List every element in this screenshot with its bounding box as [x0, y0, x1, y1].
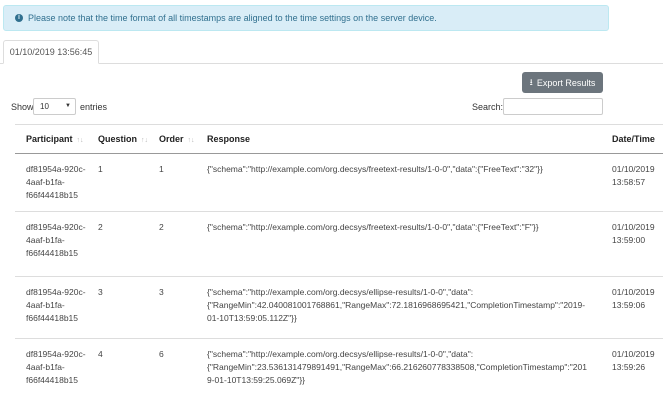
timestamp-notice-alert: i Please note that the time format of al… [3, 5, 609, 31]
entries-select[interactable]: 10 ▼ [33, 98, 76, 115]
question-cell: 2 [98, 222, 103, 232]
participant-cell: df81954a-920c-4aaf-b1fa-f66f44418b15 [26, 222, 86, 258]
participant-cell: df81954a-920c-4aaf-b1fa-f66f44418b15 [26, 349, 86, 385]
response-cell: {"schema":"http://example.com/org.decsys… [207, 349, 587, 385]
table-header-row: Participant ↑↓ Question ↑↓ Order ↑↓ Respons… [15, 124, 663, 154]
order-cell: 6 [159, 349, 164, 359]
sort-icon: ↑↓ [141, 137, 149, 144]
export-results-button[interactable]: ⭳ Export Results [522, 72, 603, 93]
participant-cell: df81954a-920c-4aaf-b1fa-f66f44418b15 [26, 164, 86, 200]
column-header-question[interactable]: Question ↑↓ [87, 124, 149, 154]
search-label: Search: [472, 102, 504, 112]
question-cell: 3 [98, 287, 103, 297]
response-cell: {"schema":"http://example.com/org.decsys… [207, 287, 586, 323]
sort-icon: ↑↓ [76, 137, 84, 144]
datetime-cell: 01/10/2019 13:59:26 [612, 349, 655, 372]
results-table: Participant ↑↓ Question ↑↓ Order ↑↓ Respons… [15, 124, 663, 408]
caret-down-icon: ▼ [65, 103, 71, 109]
table-row: df81954a-920c-4aaf-b1fa-f66f44418b15 3 3… [15, 276, 663, 339]
export-button-label: Export Results [536, 77, 596, 88]
entries-select-value: 10 [40, 102, 49, 111]
table-row: df81954a-920c-4aaf-b1fa-f66f44418b15 4 6… [15, 338, 663, 408]
order-cell: 1 [159, 164, 164, 174]
question-cell: 1 [98, 164, 103, 174]
tab-session[interactable]: 01/10/2019 13:56:45 [3, 40, 99, 64]
participant-cell: df81954a-920c-4aaf-b1fa-f66f44418b15 [26, 287, 86, 323]
datetime-cell: 01/10/2019 13:59:06 [612, 287, 655, 310]
notice-text: Please note that the time format of all … [28, 13, 437, 23]
order-cell: 3 [159, 287, 164, 297]
sort-icon: ↑↓ [187, 137, 195, 144]
response-cell: {"schema":"http://example.com/org.decsys… [207, 164, 543, 174]
download-icon: ⭳ [529, 76, 533, 87]
search-input[interactable] [503, 98, 603, 115]
question-cell: 4 [98, 349, 103, 359]
entries-label: entries [80, 102, 108, 112]
column-header-response[interactable]: Response [196, 124, 601, 154]
info-icon: i [15, 14, 23, 22]
order-cell: 2 [159, 222, 164, 232]
column-header-participant[interactable]: Participant ↑↓ [15, 124, 87, 154]
results-tabs: 01/10/2019 13:56:45 [0, 40, 663, 64]
show-label: Show [11, 102, 34, 112]
column-header-datetime[interactable]: Date/Time [601, 124, 663, 154]
response-cell: {"schema":"http://example.com/org.decsys… [207, 222, 539, 232]
datetime-cell: 01/10/2019 13:59:00 [612, 222, 655, 245]
datetime-cell: 01/10/2019 13:58:57 [612, 164, 655, 187]
table-row: df81954a-920c-4aaf-b1fa-f66f44418b15 2 2… [15, 211, 663, 277]
column-header-order[interactable]: Order ↑↓ [148, 124, 196, 154]
table-row: df81954a-920c-4aaf-b1fa-f66f44418b15 1 1… [15, 153, 663, 212]
